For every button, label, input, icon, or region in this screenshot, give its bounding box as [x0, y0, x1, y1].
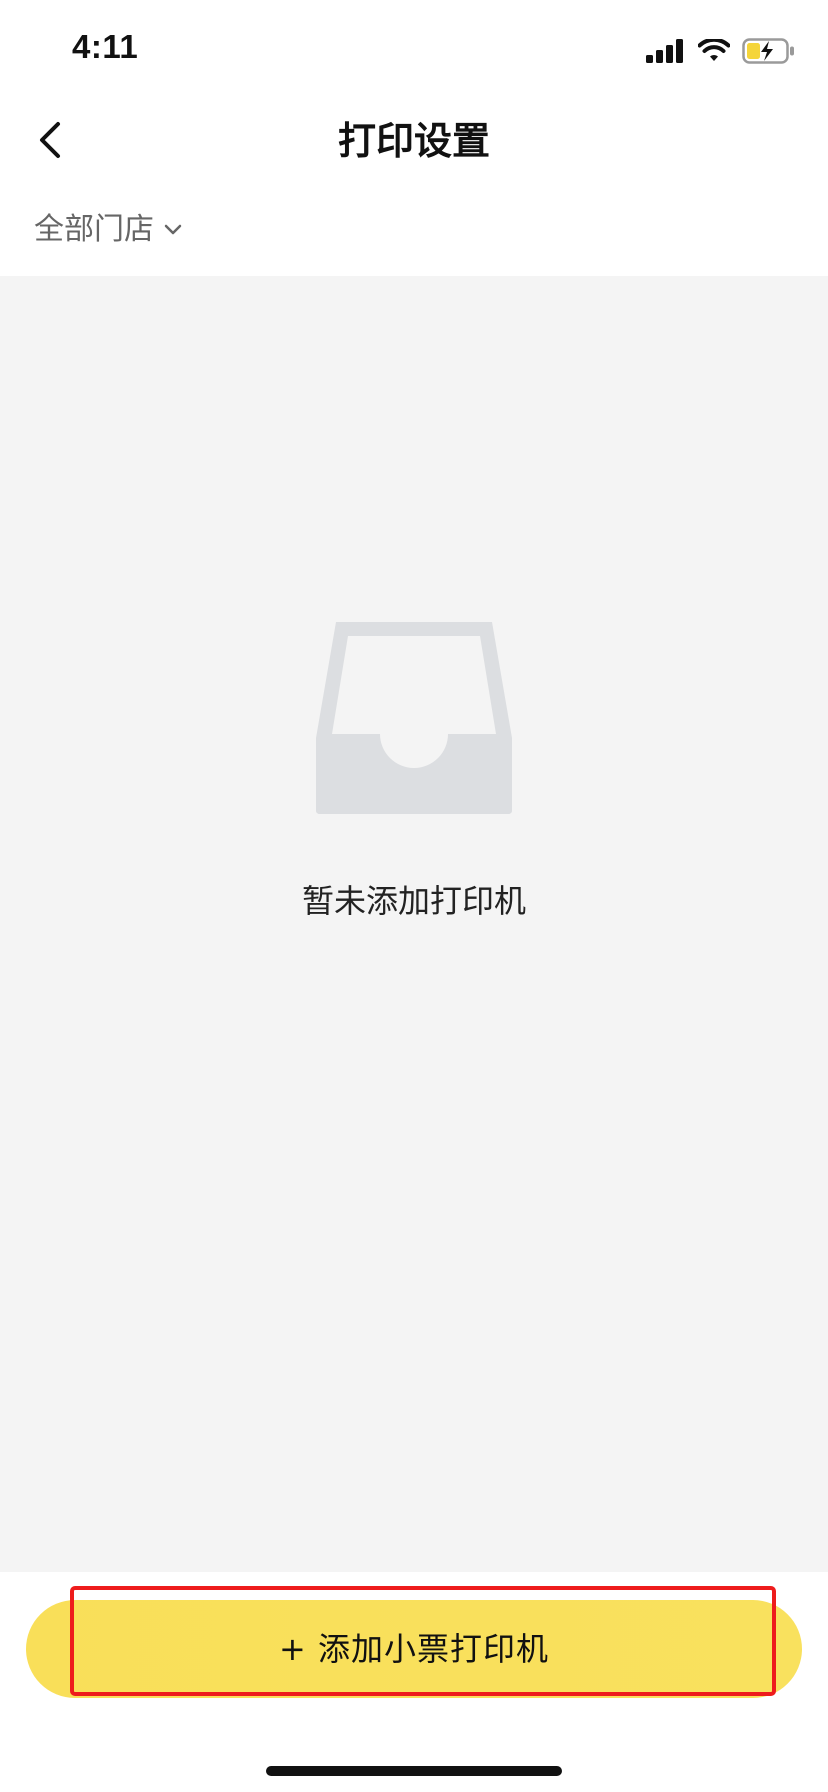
- status-time: 4:11: [72, 28, 139, 65]
- bottom-action-bar: + 添加小票打印机: [0, 1572, 828, 1792]
- printer-list-empty: 暂未添加打印机: [0, 276, 828, 1572]
- wifi-icon: [698, 39, 730, 61]
- empty-tray-icon: [316, 622, 512, 814]
- store-filter-label: 全部门店: [34, 212, 154, 247]
- store-filter-dropdown[interactable]: 全部门店: [34, 210, 182, 250]
- battery-charging-icon: [742, 38, 794, 64]
- empty-state-message: 暂未添加打印机: [301, 882, 526, 920]
- navigation-bar: 打印设置: [0, 96, 828, 186]
- home-indicator: [266, 1766, 562, 1776]
- filter-row: 全部门店: [0, 186, 828, 276]
- signal-icon: [646, 39, 683, 63]
- add-printer-button-label: + 添加小票打印机: [279, 1630, 549, 1668]
- page-title: 打印设置: [337, 119, 490, 163]
- print-settings-screen: 4:11 打印设置 全部门店 暂未添加打印机 + 添加小票打印机: [0, 0, 828, 1792]
- chevron-down-icon: [164, 224, 182, 235]
- status-icons: [646, 36, 796, 66]
- status-bar: 4:11: [0, 0, 828, 96]
- add-receipt-printer-button[interactable]: + 添加小票打印机: [26, 1600, 802, 1698]
